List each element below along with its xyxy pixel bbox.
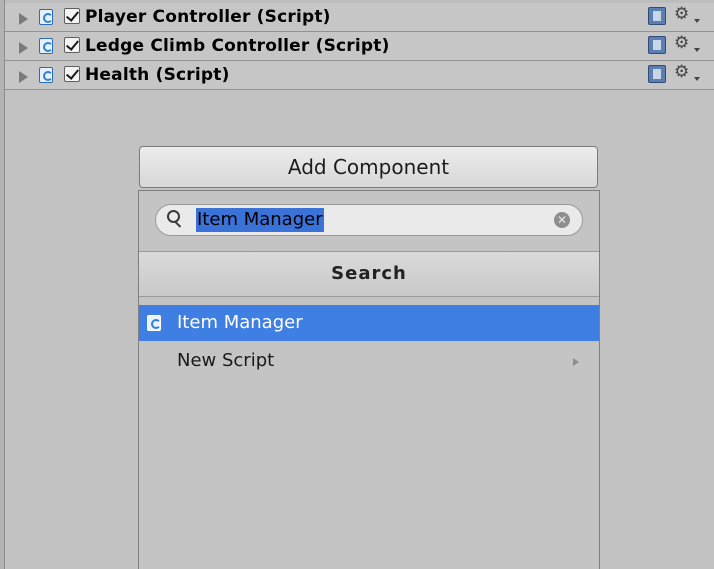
component-title: Health (Script): [85, 65, 230, 85]
gear-dropdown-caret: [694, 19, 700, 23]
checkbox-checked-icon[interactable]: [64, 37, 80, 53]
gear-dropdown-caret: [694, 48, 700, 52]
component-title: Player Controller (Script): [85, 7, 331, 27]
result-item-label: Item Manager: [177, 312, 303, 333]
result-item-new-script[interactable]: New Script: [139, 343, 599, 379]
csharp-script-icon: [39, 38, 53, 54]
gear-icon[interactable]: ⚙: [674, 4, 689, 24]
help-book-icon[interactable]: [648, 36, 666, 54]
foldout-arrow-icon[interactable]: [19, 71, 28, 83]
search-field[interactable]: Item Manager ✕: [155, 204, 583, 236]
gear-dropdown-caret: [694, 77, 700, 81]
foldout-arrow-icon[interactable]: [19, 42, 28, 54]
clear-icon[interactable]: ✕: [554, 212, 570, 228]
help-book-icon[interactable]: [648, 65, 666, 83]
component-row-ledge-climb-controller[interactable]: Ledge Climb Controller (Script) ⚙: [5, 32, 714, 61]
result-item-label: New Script: [177, 350, 275, 371]
foldout-arrow-icon[interactable]: [19, 13, 28, 25]
result-item-item-manager[interactable]: Item Manager: [139, 305, 599, 341]
csharp-script-icon: [39, 9, 53, 25]
search-icon: [167, 210, 182, 228]
help-book-icon[interactable]: [648, 7, 666, 25]
gear-icon[interactable]: ⚙: [674, 33, 689, 53]
component-title: Ledge Climb Controller (Script): [85, 36, 390, 56]
csharp-script-icon: [147, 315, 161, 331]
checkbox-checked-icon[interactable]: [64, 66, 80, 82]
gear-icon[interactable]: ⚙: [674, 62, 689, 82]
checkbox-checked-icon[interactable]: [64, 8, 80, 24]
add-component-button[interactable]: Add Component: [139, 146, 598, 188]
csharp-script-icon: [39, 67, 53, 83]
chevron-right-icon: [573, 358, 579, 366]
search-input-text[interactable]: Item Manager: [196, 208, 324, 232]
add-component-popup: Item Manager ✕ Search Item Manager New S…: [138, 190, 600, 569]
component-row-health[interactable]: Health (Script) ⚙: [5, 61, 714, 90]
popup-header-title: Search: [139, 251, 599, 297]
component-row-player-controller[interactable]: Player Controller (Script) ⚙: [5, 3, 714, 32]
